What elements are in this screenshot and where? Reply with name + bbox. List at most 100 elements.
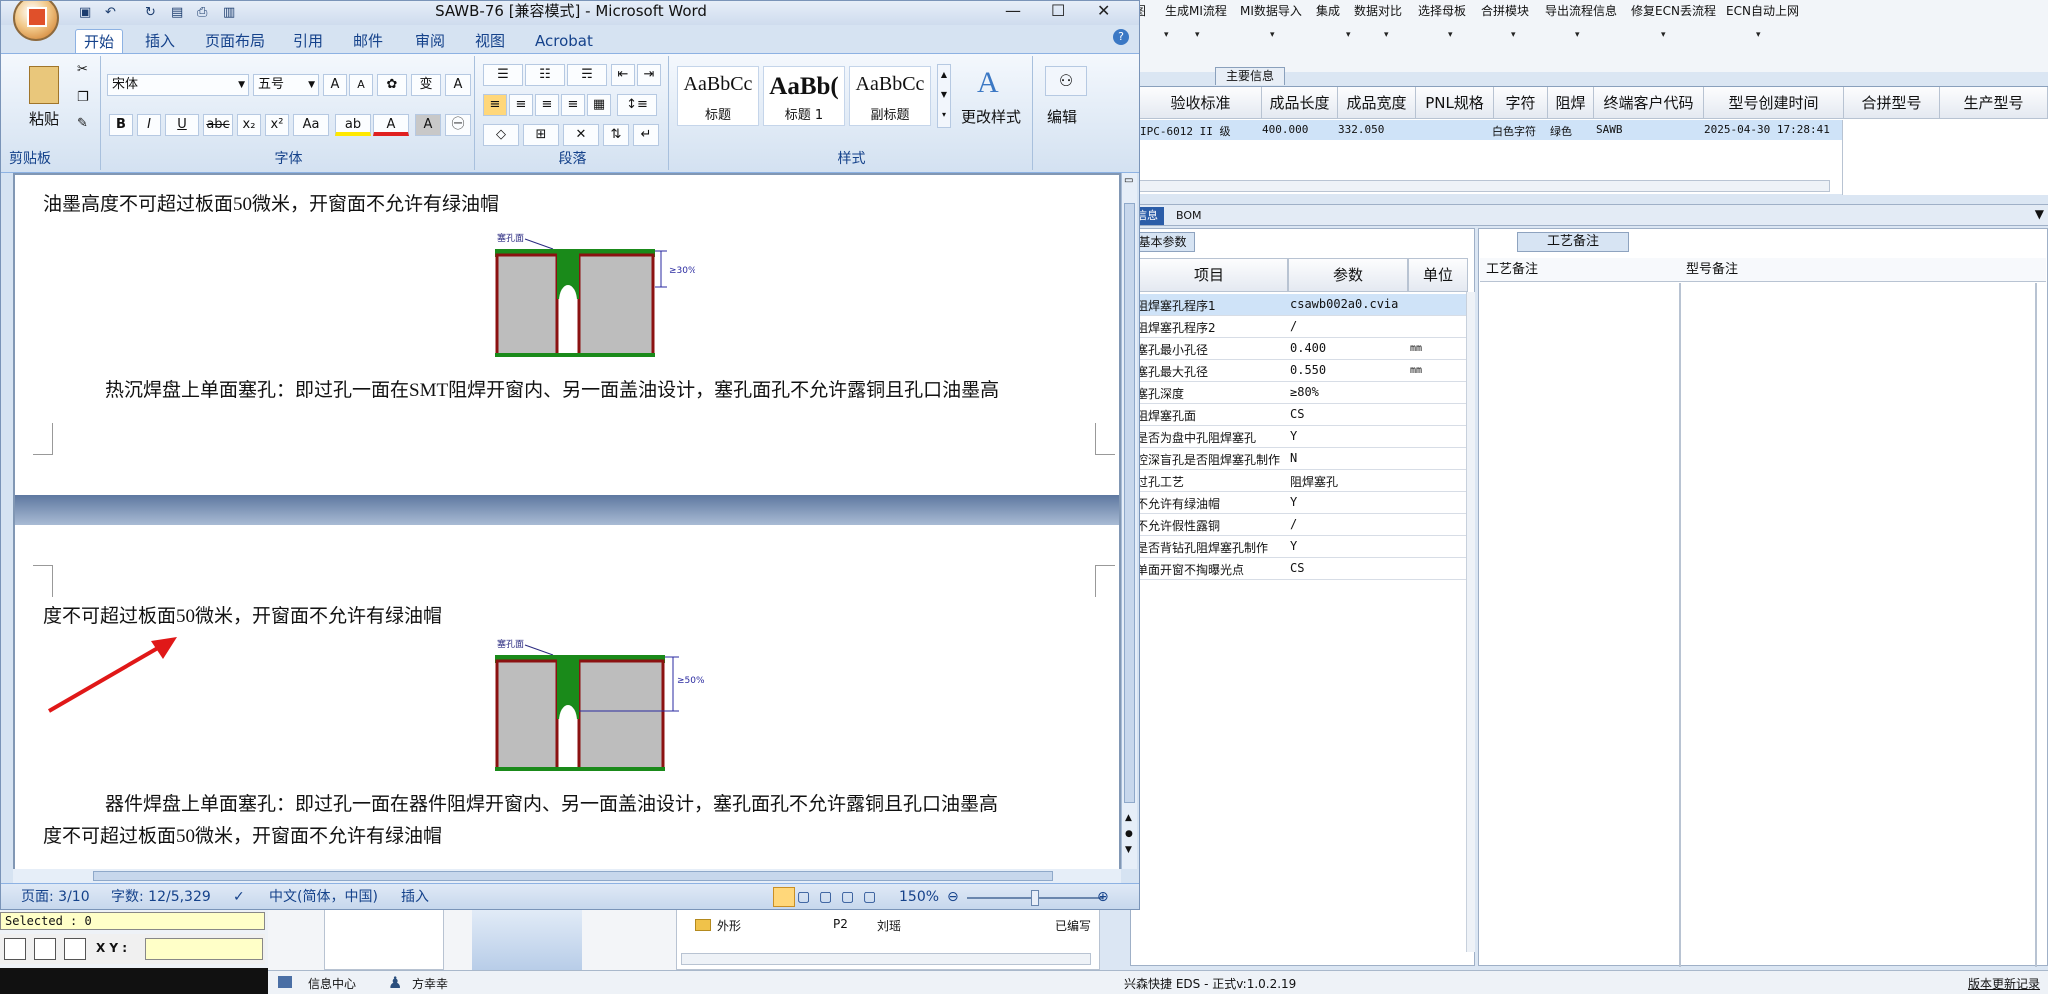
show-marks-icon[interactable]: ↵: [633, 124, 659, 146]
tree-horizontal-scrollbar[interactable]: [681, 953, 1091, 965]
grid-header[interactable]: 阻焊: [1548, 87, 1594, 119]
editing-button[interactable]: 编辑: [1047, 106, 1077, 127]
clear-format-icon[interactable]: ✿: [377, 74, 407, 96]
preview-icon[interactable]: ▥: [223, 5, 235, 20]
grow-font-icon[interactable]: A: [323, 74, 347, 96]
grid-header[interactable]: 验收标准: [1140, 87, 1262, 119]
tool-icon-3[interactable]: [64, 938, 86, 960]
grid-header[interactable]: 型号创建时间: [1704, 87, 1844, 119]
menu-item[interactable]: 导出流程信息: [1545, 2, 1617, 19]
tab-process-remark[interactable]: 工艺备注: [1517, 232, 1629, 252]
help-icon[interactable]: ?: [1113, 29, 1129, 45]
grid-header[interactable]: PNL规格: [1416, 87, 1494, 119]
numbering-icon[interactable]: ☷: [525, 64, 565, 86]
chevron-down-icon[interactable]: ▾: [1346, 30, 1351, 40]
grid-header[interactable]: 合拼型号: [1844, 87, 1940, 119]
chevron-down-icon[interactable]: ▾: [1448, 30, 1453, 40]
chevron-down-icon[interactable]: ▾: [1575, 30, 1580, 40]
param-row[interactable]: 不允许有绿油帽 Y: [1130, 492, 1475, 514]
param-row[interactable]: 控深盲孔是否阻焊塞孔制作 N: [1130, 448, 1475, 470]
bullets-icon[interactable]: ☰: [483, 64, 523, 86]
status-language[interactable]: 中文(简体，中国): [269, 884, 378, 909]
underline-icon[interactable]: U: [165, 114, 199, 136]
minimize-button[interactable]: —: [1005, 1, 1021, 20]
sort-icon[interactable]: ⇅: [603, 124, 629, 146]
grid-header[interactable]: 成品长度: [1262, 87, 1338, 119]
font-color-icon[interactable]: A: [373, 114, 409, 136]
char-shading-icon[interactable]: A: [415, 114, 441, 136]
multilevel-icon[interactable]: ☴: [567, 64, 607, 86]
highlight-icon[interactable]: ab: [335, 114, 371, 136]
shading-icon[interactable]: ◇: [483, 124, 519, 146]
param-row[interactable]: 单面开窗不掏曝光点 CS: [1130, 558, 1475, 580]
view-print-layout-icon[interactable]: [773, 887, 795, 907]
param-row[interactable]: 阻焊塞孔程序2 /: [1130, 316, 1475, 338]
save-icon[interactable]: ▣: [79, 5, 91, 20]
line-spacing-icon[interactable]: ↕≡: [617, 94, 657, 116]
view-fullscreen-icon[interactable]: ▢: [797, 884, 810, 909]
scroll-thumb[interactable]: [1124, 203, 1135, 803]
view-draft-icon[interactable]: ▢: [863, 884, 876, 909]
chevron-down-icon[interactable]: ▾: [1511, 30, 1516, 40]
zoom-level[interactable]: 150%: [899, 884, 939, 909]
status-page[interactable]: 页面: 3/10: [21, 884, 90, 909]
param-row[interactable]: 不允许假性露铜 /: [1130, 514, 1475, 536]
print-icon[interactable]: ⎙: [197, 5, 207, 20]
next-page-icon[interactable]: ▼: [1125, 845, 1132, 855]
prev-page-icon[interactable]: ▲: [1125, 813, 1132, 823]
chevron-down-icon[interactable]: ▾: [1756, 30, 1761, 40]
chevron-down-icon[interactable]: ▾: [1164, 30, 1169, 40]
styles-scroll-icon[interactable]: ▲ ▼ ▾: [937, 64, 951, 128]
xy-input[interactable]: [145, 938, 263, 960]
menu-item[interactable]: MI数据导入: [1240, 2, 1302, 19]
grid-horizontal-scrollbar[interactable]: [1130, 180, 1830, 192]
menu-item[interactable]: 修复ECN丢流程: [1631, 2, 1716, 19]
grid-header[interactable]: 终端客户代码: [1594, 87, 1704, 119]
shrink-font-icon[interactable]: A: [349, 74, 373, 96]
ribbon-tab[interactable]: Acrobat: [527, 29, 601, 53]
chevron-down-icon[interactable]: ▾: [1384, 30, 1389, 40]
align-left-icon[interactable]: ≡: [483, 94, 507, 116]
subscript-icon[interactable]: x₂: [237, 114, 261, 136]
tab-home[interactable]: 开始: [75, 29, 124, 53]
paste-icon[interactable]: [29, 66, 59, 104]
zoom-slider-thumb[interactable]: [1031, 890, 1039, 906]
close-button[interactable]: ✕: [1097, 1, 1110, 20]
page-3[interactable]: 油墨高度不可超过板面50微米，开窗面不允许有绿油帽 塞孔面 ≥30% 热沉焊盘上…: [15, 175, 1119, 495]
status-insert-mode[interactable]: 插入: [401, 884, 429, 909]
tool-icon-1[interactable]: [4, 938, 26, 960]
decrease-indent-icon[interactable]: ⇤: [611, 64, 635, 86]
param-row[interactable]: 过孔工艺 阻焊塞孔: [1130, 470, 1475, 492]
ruler-toggle-icon[interactable]: ▭: [1124, 175, 1133, 186]
grid-header[interactable]: 成品宽度: [1338, 87, 1416, 119]
param-row[interactable]: 塞孔最大孔径 0.550 mm: [1130, 360, 1475, 382]
vertical-scrollbar[interactable]: ▭ ▲ ● ▼: [1121, 173, 1137, 869]
chevron-down-icon[interactable]: ▾: [1661, 30, 1666, 40]
maximize-button[interactable]: ☐: [1051, 1, 1065, 20]
page-4[interactable]: 度不可超过板面50微米，开窗面不允许有绿油帽 塞孔面 ≥50% 器件焊盘上单面塞…: [15, 525, 1119, 869]
menu-item[interactable]: 选择母板: [1418, 2, 1466, 19]
view-outline-icon[interactable]: ▢: [841, 884, 854, 909]
font-name-select[interactable]: 宋体 ▼: [107, 74, 249, 96]
param-header[interactable]: 项目: [1130, 258, 1288, 292]
version-history-link[interactable]: 版本更新记录: [1968, 975, 2040, 992]
param-row[interactable]: 塞孔最小孔径 0.400 mm: [1130, 338, 1475, 360]
font-size-select[interactable]: 五号 ▼: [253, 74, 319, 96]
param-row[interactable]: 塞孔深度 ≥80%: [1130, 382, 1475, 404]
ribbon-tab[interactable]: 视图: [467, 29, 513, 53]
param-header[interactable]: 参数: [1288, 258, 1408, 292]
view-web-icon[interactable]: ▢: [819, 884, 832, 909]
char-border-icon[interactable]: A: [445, 74, 471, 96]
align-right-icon[interactable]: ≡: [535, 94, 559, 116]
browse-object-icon[interactable]: ●: [1125, 829, 1133, 839]
ribbon-tab[interactable]: 邮件: [345, 29, 391, 53]
tab-bom[interactable]: BOM: [1170, 207, 1208, 225]
change-styles-button[interactable]: 更改样式: [961, 106, 1021, 127]
menu-item[interactable]: ECN自动上网: [1726, 2, 1799, 19]
remark-splitter-2[interactable]: [2035, 283, 2037, 967]
remark-splitter[interactable]: [1679, 283, 1681, 967]
horizontal-scrollbar[interactable]: [13, 869, 1121, 883]
status-words[interactable]: 字数: 12/5,329: [111, 884, 211, 909]
param-row[interactable]: 是否为盘中孔阻焊塞孔 Y: [1130, 426, 1475, 448]
cut-icon[interactable]: ✂: [77, 62, 88, 77]
